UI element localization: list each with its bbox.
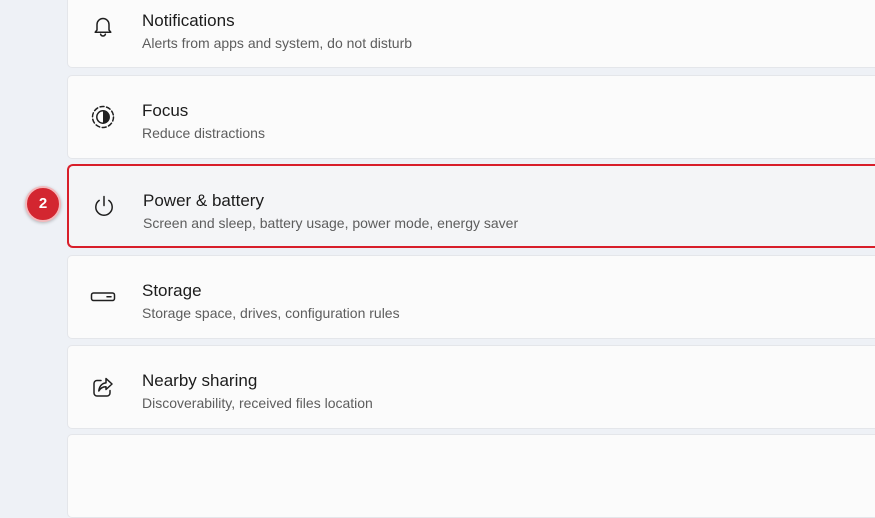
settings-item-storage[interactable]: Storage Storage space, drives, configura… bbox=[67, 255, 875, 339]
focus-icon bbox=[90, 104, 116, 130]
settings-item-nearby-sharing[interactable]: Nearby sharing Discoverability, received… bbox=[67, 345, 875, 429]
settings-item-title: Power & battery bbox=[143, 191, 264, 210]
settings-item-focus[interactable]: Focus Reduce distractions bbox=[67, 75, 875, 159]
storage-drive-icon bbox=[90, 284, 116, 310]
settings-item-title: Storage bbox=[142, 281, 202, 300]
settings-item-power-battery[interactable]: Power & battery Screen and sleep, batter… bbox=[67, 164, 875, 248]
share-icon bbox=[90, 374, 116, 400]
settings-list: Notifications Alerts from apps and syste… bbox=[67, 0, 875, 518]
settings-item-subtitle: Screen and sleep, battery usage, power m… bbox=[143, 215, 519, 231]
settings-item-subtitle: Reduce distractions bbox=[142, 125, 265, 141]
settings-item-subtitle: Storage space, drives, configuration rul… bbox=[142, 305, 400, 321]
settings-item-title: Focus bbox=[142, 101, 189, 120]
power-icon bbox=[91, 193, 117, 219]
bell-icon bbox=[90, 13, 116, 39]
settings-item-subtitle: Discoverability, received files location bbox=[142, 395, 373, 411]
settings-item-subtitle: Alerts from apps and system, do not dist… bbox=[142, 35, 413, 51]
settings-item-partial[interactable] bbox=[67, 434, 875, 518]
settings-item-notifications[interactable]: Notifications Alerts from apps and syste… bbox=[67, 0, 875, 68]
step-number-badge: 2 bbox=[25, 186, 61, 222]
settings-item-title: Notifications bbox=[142, 11, 235, 30]
settings-item-title: Nearby sharing bbox=[142, 371, 258, 390]
